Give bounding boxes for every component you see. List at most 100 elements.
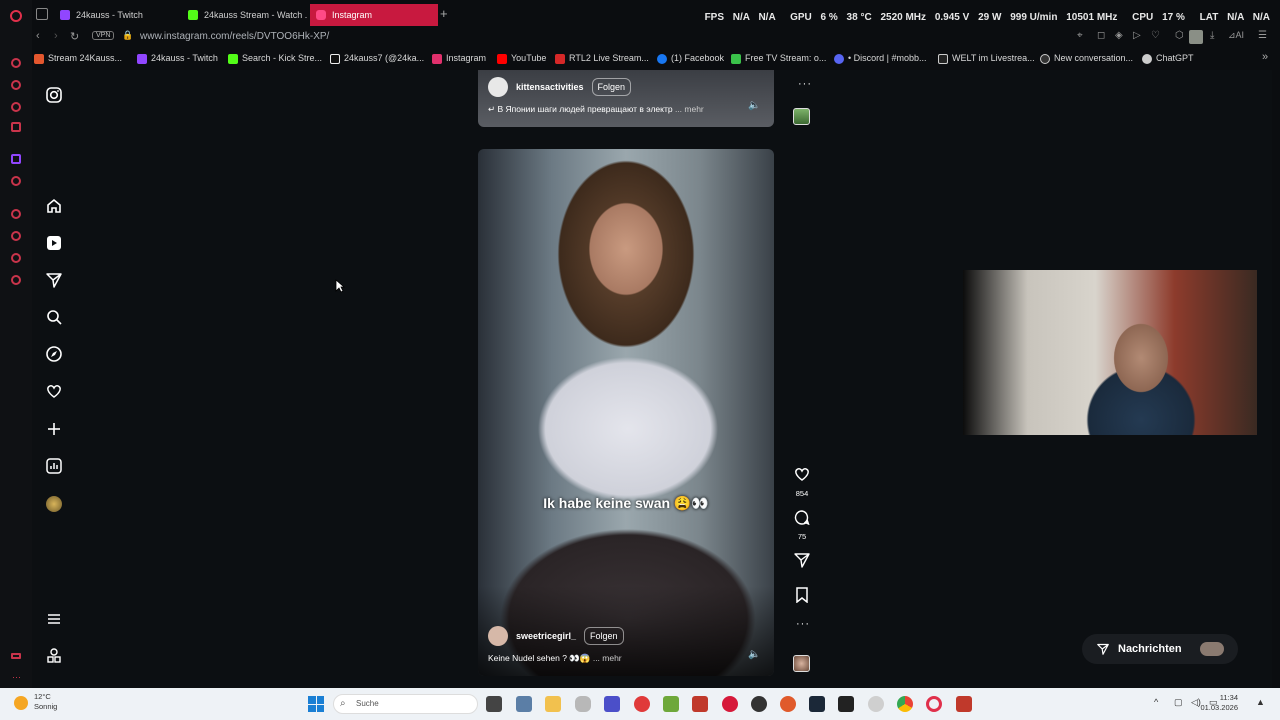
sidebar-app-icon[interactable] bbox=[11, 80, 21, 90]
volume-icon[interactable]: 🔈 bbox=[748, 100, 760, 111]
ai-icon[interactable]: ⊿AI bbox=[1228, 30, 1244, 41]
profile-avatar[interactable] bbox=[46, 496, 62, 512]
player-icon[interactable]: ▷ bbox=[1133, 30, 1141, 41]
chrome-icon[interactable] bbox=[897, 696, 913, 712]
save-button[interactable] bbox=[792, 587, 812, 608]
bookmark-item[interactable]: Search - Kick Stre... bbox=[228, 53, 322, 64]
tab-twitch[interactable]: 24kauss - Twitch bbox=[54, 4, 180, 26]
heart-icon[interactable]: ♡ bbox=[1151, 30, 1160, 41]
bookmark-item[interactable]: RTL2 Live Stream... bbox=[555, 53, 649, 64]
reload-button[interactable]: ↻ bbox=[70, 30, 79, 43]
bookmark-item[interactable]: 24kauss - Twitch bbox=[137, 53, 218, 64]
opera-gx-icon[interactable] bbox=[926, 696, 942, 712]
sidebar-app-icon[interactable] bbox=[11, 176, 21, 186]
reel-previous[interactable]: kittensactivities Folgen ↵ В Японии шаги… bbox=[478, 70, 774, 127]
mouse-app-icon[interactable] bbox=[575, 696, 591, 712]
task-view-icon[interactable] bbox=[486, 696, 502, 712]
settings-icon[interactable] bbox=[11, 275, 21, 285]
bookmark-item[interactable]: Free TV Stream: o... bbox=[731, 53, 826, 64]
notifications-heart-icon[interactable] bbox=[45, 382, 63, 400]
more-options-icon[interactable]: ··· bbox=[798, 78, 812, 90]
avatar[interactable] bbox=[488, 626, 508, 646]
audio-thumbnail[interactable] bbox=[793, 108, 810, 125]
messages-button[interactable]: Nachrichten bbox=[1082, 634, 1238, 664]
more-icon[interactable]: ⋯ bbox=[12, 672, 21, 683]
bookmark-item[interactable]: Stream 24Kauss... bbox=[34, 53, 122, 64]
weather-widget[interactable]: 12°C Sonnig bbox=[14, 692, 57, 712]
search-icon[interactable] bbox=[45, 308, 63, 326]
more-options-icon[interactable]: ··· bbox=[796, 618, 810, 630]
bookmark-item[interactable]: • Discord | #mobb... bbox=[834, 53, 927, 64]
file-explorer-icon[interactable] bbox=[545, 696, 561, 712]
volume-icon[interactable]: 🔈 bbox=[748, 649, 760, 660]
vpn-badge[interactable]: VPN bbox=[92, 31, 115, 40]
tab-instagram[interactable]: Instagram bbox=[310, 4, 438, 26]
dashboard-icon[interactable] bbox=[45, 457, 63, 475]
chevron-up-icon[interactable]: ^ bbox=[1154, 697, 1158, 707]
url-field[interactable]: www.instagram.com/reels/DVTOO6Hk-XP/ bbox=[140, 31, 329, 42]
bluestacks-icon[interactable] bbox=[663, 696, 679, 712]
epic-games-icon[interactable] bbox=[838, 696, 854, 712]
follow-button[interactable]: Folgen bbox=[584, 627, 624, 645]
share-button[interactable] bbox=[792, 552, 812, 573]
new-tab-button[interactable]: + bbox=[440, 6, 448, 21]
lock-icon[interactable]: 🔒 bbox=[122, 30, 133, 41]
more-link[interactable]: ... mehr bbox=[675, 104, 704, 114]
twitch-icon[interactable] bbox=[11, 154, 21, 164]
v-app-icon[interactable] bbox=[604, 696, 620, 712]
create-plus-icon[interactable] bbox=[45, 420, 63, 438]
sidebar-app-icon[interactable] bbox=[11, 102, 21, 112]
sidebar-app-icon[interactable] bbox=[11, 122, 21, 132]
app-icon[interactable] bbox=[868, 696, 884, 712]
audio-thumbnail[interactable] bbox=[793, 655, 810, 672]
direct-message-icon[interactable] bbox=[45, 271, 63, 289]
app-icon[interactable] bbox=[634, 696, 650, 712]
bookmark-item[interactable]: WELT im Livestrea... bbox=[938, 53, 1035, 64]
sidebar-app-icon[interactable] bbox=[11, 253, 21, 263]
gx-icon[interactable] bbox=[11, 653, 21, 659]
bookmark-item[interactable]: YouTube bbox=[497, 53, 546, 64]
sidebar-app-icon[interactable] bbox=[11, 209, 21, 219]
app-icon[interactable] bbox=[956, 696, 972, 712]
bookmark-item[interactable]: (1) Facebook bbox=[657, 53, 724, 64]
avatar[interactable] bbox=[488, 77, 508, 97]
steam-icon[interactable] bbox=[809, 696, 825, 712]
extensions-icon[interactable]: ⬡ bbox=[1175, 30, 1184, 41]
back-button[interactable]: ‹ bbox=[36, 30, 40, 42]
app-icon[interactable] bbox=[722, 696, 738, 712]
profile-avatar[interactable] bbox=[1189, 30, 1203, 44]
app-icon[interactable] bbox=[780, 696, 796, 712]
more-link[interactable]: ... mehr bbox=[593, 653, 622, 663]
comment-button[interactable]: 75 bbox=[792, 509, 812, 541]
taskbar-search[interactable]: ⌕ Suche bbox=[333, 694, 478, 714]
scrollbar[interactable] bbox=[1266, 70, 1272, 688]
windows-start-icon[interactable] bbox=[308, 696, 324, 712]
download-icon[interactable]: ⤓ bbox=[1210, 30, 1214, 41]
home-icon[interactable] bbox=[45, 197, 63, 215]
bookmark-item[interactable]: 24kauss7 (@24ka... bbox=[330, 53, 424, 64]
bookmark-item[interactable]: New conversation... bbox=[1040, 53, 1133, 64]
tab-overview-icon[interactable] bbox=[36, 8, 48, 20]
speaker-icon[interactable]: ◁) bbox=[1191, 697, 1201, 708]
bookmarks-overflow-icon[interactable]: » bbox=[1262, 51, 1268, 63]
pin-icon[interactable]: ⌖ bbox=[1077, 30, 1083, 41]
reel-video[interactable]: Ik habe keine swan 😩👀 sweetricegirl_ Fol… bbox=[478, 149, 774, 676]
instagram-logo-icon[interactable] bbox=[45, 86, 63, 104]
also-from-meta-icon[interactable] bbox=[45, 647, 63, 665]
forward-button[interactable]: › bbox=[54, 30, 58, 42]
menu-icon[interactable]: ☰ bbox=[1258, 30, 1267, 41]
snapshot-icon[interactable]: ◻ bbox=[1097, 30, 1105, 41]
reel-username[interactable]: sweetricegirl_ bbox=[516, 631, 576, 641]
like-button[interactable]: 854 bbox=[792, 466, 812, 498]
bookmark-item[interactable]: Instagram bbox=[432, 53, 486, 64]
explore-icon[interactable] bbox=[45, 345, 63, 363]
obs-icon[interactable] bbox=[751, 696, 767, 712]
calculator-icon[interactable] bbox=[516, 696, 532, 712]
tab-kick[interactable]: 24kauss Stream - Watch ... bbox=[182, 4, 308, 26]
sidebar-app-icon[interactable] bbox=[11, 58, 21, 68]
history-icon[interactable] bbox=[11, 231, 21, 241]
app-icon[interactable] bbox=[692, 696, 708, 712]
bookmark-item[interactable]: ChatGPT bbox=[1142, 53, 1194, 64]
more-menu-icon[interactable] bbox=[45, 610, 63, 628]
network-icon[interactable]: ▢ bbox=[1174, 697, 1183, 708]
